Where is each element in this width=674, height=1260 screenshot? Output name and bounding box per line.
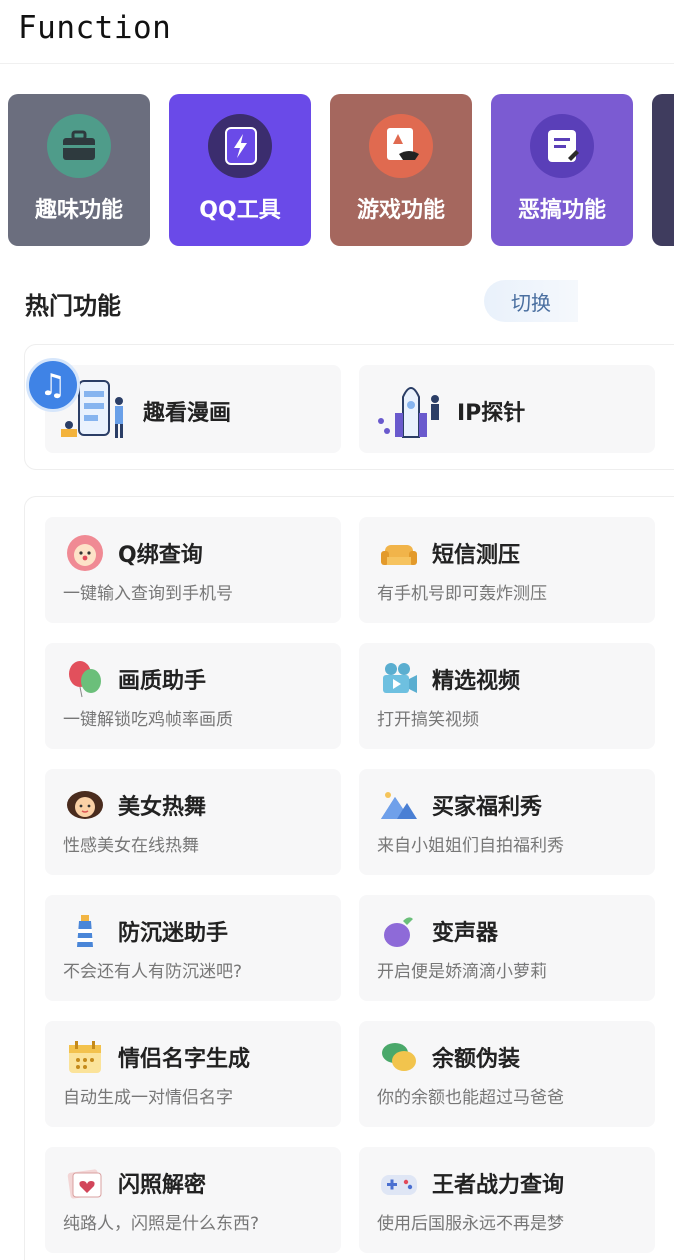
music-note-icon[interactable]: ♫ bbox=[26, 358, 80, 412]
hot-panel: 趣看漫画 IP探针 bbox=[24, 344, 674, 470]
mountain-photo-icon bbox=[379, 785, 419, 825]
clown-face-icon bbox=[65, 533, 105, 573]
hot-item-label: 趣看漫画 bbox=[143, 401, 232, 426]
function-name: 情侣名字生成 bbox=[118, 1047, 251, 1072]
girl-face-icon bbox=[65, 785, 105, 825]
function-description: 使用后国服永远不再是梦 bbox=[377, 1214, 564, 1234]
briefcase-icon bbox=[47, 114, 111, 178]
function-card-anti-addiction[interactable]: 防沉迷助手 不会还有人有防沉迷吧? bbox=[45, 895, 341, 1001]
category-tile-qq-tools[interactable]: QQ工具 bbox=[169, 94, 311, 246]
eggplant-icon bbox=[379, 911, 419, 951]
category-tile-prank[interactable]: 恶搞功能 bbox=[491, 94, 633, 246]
function-name: 闪照解密 bbox=[118, 1173, 207, 1198]
function-description: 不会还有人有防沉迷吧? bbox=[63, 962, 243, 982]
function-card-flash-photo-decrypt[interactable]: 闪照解密 纯路人，闪照是什么东西? bbox=[45, 1147, 341, 1253]
hot-item-label: IP探针 bbox=[457, 401, 526, 426]
heart-photo-icon bbox=[65, 1163, 105, 1203]
function-description: 一键输入查询到手机号 bbox=[63, 584, 233, 604]
function-grid: Q绑查询 一键输入查询到手机号 短信测压 有手机号即可轰炸测压 画质助手 一键解… bbox=[24, 496, 674, 1260]
function-description: 有手机号即可轰炸测压 bbox=[377, 584, 547, 604]
function-name: 短信测压 bbox=[432, 543, 521, 568]
category-tile-more[interactable] bbox=[652, 94, 674, 246]
category-carousel[interactable]: 趣味功能 QQ工具 游戏功能 恶搞功能 bbox=[0, 94, 674, 246]
chat-bubbles-icon bbox=[379, 1037, 419, 1077]
document-edit-icon bbox=[530, 114, 594, 178]
rocket-launch-illustration bbox=[373, 373, 457, 449]
function-card-couple-names[interactable]: 情侣名字生成 自动生成一对情侣名字 bbox=[45, 1021, 341, 1127]
gamepad-icon bbox=[379, 1163, 419, 1203]
hot-item-ip-probe[interactable]: IP探针 bbox=[359, 365, 655, 453]
function-name: 美女热舞 bbox=[118, 795, 207, 820]
function-card-voice-changer[interactable]: 变声器 开启便是娇滴滴小萝莉 bbox=[359, 895, 655, 1001]
function-description: 来自小姐姐们自拍福利秀 bbox=[377, 836, 564, 856]
function-description: 你的余额也能超过马爸爸 bbox=[377, 1088, 564, 1108]
category-label: 趣味功能 bbox=[34, 198, 123, 223]
function-description: 纯路人，闪照是什么东西? bbox=[63, 1214, 260, 1234]
function-name: 变声器 bbox=[432, 921, 499, 946]
category-label: 恶搞功能 bbox=[517, 198, 606, 223]
hot-section-header: 热门功能 切换 bbox=[0, 270, 674, 332]
calendar-icon bbox=[65, 1037, 105, 1077]
category-label: 游戏功能 bbox=[356, 198, 445, 223]
function-description: 性感美女在线热舞 bbox=[63, 836, 199, 856]
function-description: 开启便是娇滴滴小萝莉 bbox=[377, 962, 547, 982]
function-description: 打开搞笑视频 bbox=[377, 710, 479, 730]
function-card-dance[interactable]: 美女热舞 性感美女在线热舞 bbox=[45, 769, 341, 875]
function-card-quality-helper[interactable]: 画质助手 一键解锁吃鸡帧率画质 bbox=[45, 643, 341, 749]
section-title: 热门功能 bbox=[25, 292, 121, 320]
function-name: 王者战力查询 bbox=[432, 1173, 565, 1198]
game-scroll-icon bbox=[369, 114, 433, 178]
function-card-q-bind-lookup[interactable]: Q绑查询 一键输入查询到手机号 bbox=[45, 517, 341, 623]
function-name: 余额伪装 bbox=[432, 1047, 521, 1072]
app-header: Function bbox=[0, 0, 674, 64]
function-card-sms-test[interactable]: 短信测压 有手机号即可轰炸测压 bbox=[359, 517, 655, 623]
balloons-icon bbox=[65, 659, 105, 699]
category-tile-fun[interactable]: 趣味功能 bbox=[8, 94, 150, 246]
category-label: QQ工具 bbox=[199, 198, 281, 223]
function-name: Q绑查询 bbox=[118, 543, 203, 568]
function-description: 一键解锁吃鸡帧率画质 bbox=[63, 710, 233, 730]
function-name: 画质助手 bbox=[118, 669, 207, 694]
function-name: 精选视频 bbox=[432, 669, 521, 694]
function-card-featured-video[interactable]: 精选视频 打开搞笑视频 bbox=[359, 643, 655, 749]
function-description: 自动生成一对情侣名字 bbox=[63, 1088, 233, 1108]
lightning-card-icon bbox=[208, 114, 272, 178]
video-camera-icon bbox=[379, 659, 419, 699]
switch-button[interactable]: 切换 bbox=[484, 280, 578, 322]
category-tile-games[interactable]: 游戏功能 bbox=[330, 94, 472, 246]
hot-item-comics[interactable]: 趣看漫画 bbox=[45, 365, 341, 453]
sofa-icon bbox=[379, 533, 419, 573]
function-name: 防沉迷助手 bbox=[118, 921, 229, 946]
function-name: 买家福利秀 bbox=[432, 795, 543, 820]
lighthouse-icon bbox=[65, 911, 105, 951]
function-card-balance-fake[interactable]: 余额伪装 你的余额也能超过马爸爸 bbox=[359, 1021, 655, 1127]
page-title: Function bbox=[18, 10, 172, 46]
function-card-king-power-lookup[interactable]: 王者战力查询 使用后国服永远不再是梦 bbox=[359, 1147, 655, 1253]
function-card-buyer-show[interactable]: 买家福利秀 来自小姐姐们自拍福利秀 bbox=[359, 769, 655, 875]
